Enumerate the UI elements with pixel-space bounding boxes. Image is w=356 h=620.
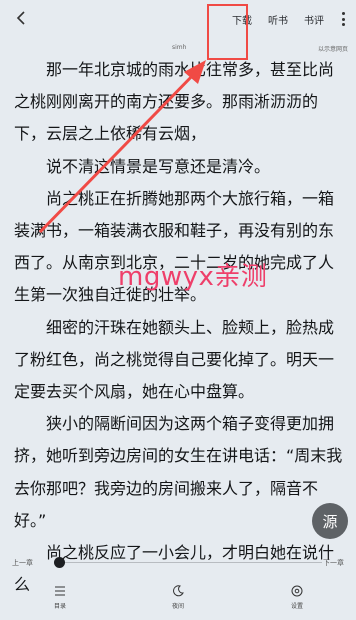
more-vertical-icon[interactable] <box>340 12 346 26</box>
note-label: 以示意网页 <box>317 46 348 53</box>
paragraph: 细密的汗珠在她额头上、脸颊上，脸热成了粉红色，尚之桃觉得自己要化掉了。明天一定要… <box>14 317 335 402</box>
nav-night-mode[interactable]: 夜间 <box>158 584 198 610</box>
page-meta: simh 以示意网页 <box>0 44 356 54</box>
moon-icon <box>173 585 184 597</box>
nav-catalog[interactable]: 目录 <box>40 584 80 610</box>
progress-thumb[interactable] <box>54 557 65 568</box>
back-arrow-icon[interactable] <box>12 8 32 28</box>
previous-chapter-button[interactable]: 上一章 <box>12 558 33 568</box>
paragraph: 狭小的隔断间因为这两个箱子变得更加拥挤，她听到旁边房间的女生在讲电话：“周末我去… <box>14 414 343 530</box>
watermark-text: mgwyx亲测 <box>118 262 268 292</box>
top-bar: 下载 听书 书评 <box>0 0 356 36</box>
bottom-nav: 目录 夜间 设置 <box>0 580 356 620</box>
nav-settings-label: 设置 <box>290 603 303 610</box>
nav-catalog-label: 目录 <box>53 603 66 610</box>
paragraph: 那一年北京城的雨水比往常多，甚至比尚之桃刚刚离开的南方还要多。那雨淅沥沥的下，云… <box>14 60 335 144</box>
reading-content: 那一年北京城的雨水比往常多，甚至比尚之桃刚刚离开的南方还要多。那雨淅沥沥的下，云… <box>14 54 344 601</box>
nav-night-label: 夜间 <box>171 603 184 610</box>
settings-icon <box>291 585 303 597</box>
list-icon <box>55 586 65 596</box>
top-actions: 下载 听书 书评 <box>232 10 346 28</box>
chapter-progress: 上一章 下一章 <box>0 554 356 572</box>
listen-button[interactable]: 听书 <box>268 12 288 27</box>
source-button[interactable]: 源 <box>312 503 348 539</box>
nav-settings[interactable]: 设置 <box>277 584 317 610</box>
progress-track[interactable] <box>60 562 322 563</box>
site-label: simh <box>172 44 187 51</box>
review-button[interactable]: 书评 <box>304 12 324 27</box>
paragraph: 说不清这情景是写意还是清冷。 <box>46 156 271 176</box>
next-chapter-button[interactable]: 下一章 <box>323 558 344 568</box>
annotation-highlight-box <box>207 4 248 60</box>
